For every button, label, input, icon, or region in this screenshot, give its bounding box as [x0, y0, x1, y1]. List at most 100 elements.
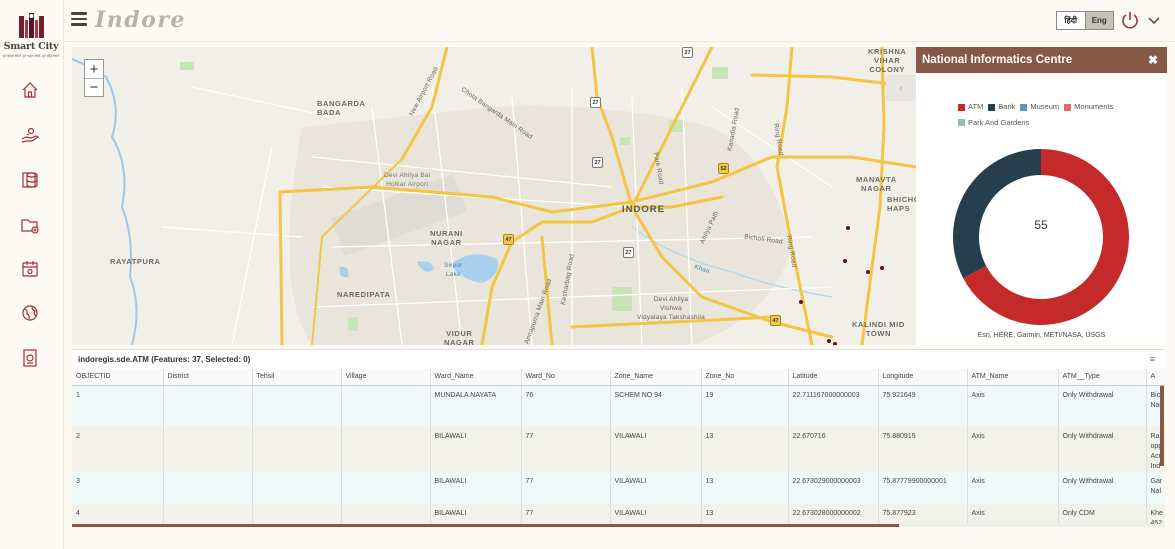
legend-swatch — [988, 103, 996, 111]
map-label-krishna: KRISHNA VIHAR COLONY — [868, 47, 907, 74]
table-row[interactable]: 4 BILAWALI 77 VILAWALI 13 22.673028000000002 7… — [72, 504, 1165, 524]
table-cell: Khe 452 — [1146, 504, 1165, 524]
sidebar-item-folder[interactable] — [18, 213, 42, 237]
map-label-kalindi: KALINDI MID TOWN — [852, 320, 905, 338]
atm-point[interactable] — [880, 266, 884, 270]
column-header[interactable]: Zone_No — [701, 369, 789, 386]
smart-city-logo[interactable]: Smart City हर कदम स्मार्ट, हर पहल स्मार्… — [2, 10, 60, 66]
table-cell: VILAWALI — [610, 427, 702, 472]
table-cell — [341, 385, 431, 427]
map-label-university: Devi Ahilya Vishwa Vidyalaya Takshashila — [637, 296, 705, 321]
column-header[interactable]: District — [163, 369, 253, 386]
atm-point[interactable] — [827, 339, 831, 343]
table-cell: Only Withdrawal — [1058, 427, 1147, 472]
table-cell — [341, 504, 431, 524]
hand-coins-icon — [21, 127, 40, 143]
column-header[interactable]: ATM__Type — [1058, 369, 1147, 386]
table-cell: 4 — [72, 504, 164, 524]
table-cell: BILAWALI — [430, 472, 522, 504]
map-label-rayatpura: RAYATPURA — [110, 257, 161, 266]
table-cell: Gar Nal — [1146, 472, 1165, 504]
route-shield: 27 — [623, 247, 634, 258]
column-header[interactable]: Latitude — [788, 369, 879, 386]
table-row[interactable]: 3 BILAWALI 77 VILAWALI 13 22.673029000000003 7… — [72, 472, 1165, 504]
legend-item[interactable]: ATM — [958, 100, 983, 114]
legend-label: Monuments — [1074, 102, 1114, 111]
donut-chart[interactable]: 55 — [953, 149, 1129, 325]
table-cell — [341, 472, 431, 504]
map-label-sirpur: Sirpur Lake — [444, 262, 463, 278]
table-scroll-area[interactable]: OBJECTID District Tehsil Village Ward_Name Wa… — [72, 369, 1165, 524]
legend-item[interactable]: Monuments — [1064, 100, 1113, 114]
legend-item[interactable]: Park And Gardens — [958, 116, 1029, 130]
lang-hindi-button[interactable]: हिंदी — [1057, 12, 1085, 29]
atm-point[interactable] — [846, 226, 850, 230]
table-cell: 13 — [701, 472, 789, 504]
legend-item[interactable]: Bank — [988, 100, 1015, 114]
atm-point[interactable] — [799, 300, 803, 304]
legend-swatch — [1064, 103, 1072, 111]
table-cell: Only Withdrawal — [1058, 385, 1147, 427]
sidebar-item-report[interactable] — [18, 346, 42, 370]
sidebar-item-home[interactable] — [18, 78, 42, 102]
zoom-in-button[interactable]: + — [85, 60, 103, 78]
column-header[interactable]: Village — [341, 369, 431, 386]
table-cell — [341, 427, 431, 472]
chart-legend: ATM Bank Museum Monuments Park And Gardens — [958, 100, 1158, 131]
column-header[interactable]: A — [1146, 369, 1165, 386]
logo-title: Smart City — [3, 41, 59, 52]
horizontal-scroll-thumb[interactable] — [72, 524, 899, 527]
table-cell: 3 — [72, 472, 164, 504]
map-label-indore: INDORE — [622, 204, 665, 215]
table-title-text: indoregis.sde.ATM (Features: 37, Selecte… — [78, 355, 251, 364]
legend-label: ATM — [968, 102, 984, 111]
hamburger-menu-icon[interactable] — [71, 12, 87, 28]
table-cell — [252, 472, 342, 504]
legend-label: Bank — [998, 102, 1016, 111]
table-row[interactable]: 2 BILAWALI 77 VILAWALI 13 22.670716 75.880915 A… — [72, 427, 1165, 472]
table-cell: Axis — [967, 385, 1059, 427]
column-header[interactable]: Tehsil — [252, 369, 342, 386]
map-label-airport: Devi Ahilya Bai Holkar Airport — [384, 172, 431, 188]
donut-slice-bank[interactable] — [953, 149, 1041, 279]
vertical-scrollbar[interactable] — [1160, 386, 1164, 466]
column-header[interactable]: Ward_Name — [430, 369, 522, 386]
table-menu-icon[interactable]: ≡ — [1150, 354, 1155, 364]
close-icon[interactable]: ✖ — [1148, 53, 1158, 67]
table-cell: 22.670716 — [788, 427, 879, 472]
horizontal-scrollbar[interactable] — [72, 524, 1165, 527]
basemap — [72, 47, 916, 345]
map-label-bhicho: BHICHO HAPS — [887, 195, 916, 213]
atm-point[interactable] — [833, 342, 837, 345]
table-cell: 76 — [521, 385, 611, 427]
atm-point[interactable] — [866, 270, 870, 274]
zoom-out-button[interactable]: − — [85, 78, 103, 96]
sidebar-item-globe[interactable] — [18, 301, 42, 325]
sidebar-item-calendar[interactable] — [18, 257, 42, 281]
table-cell: VILAWALI — [610, 504, 702, 524]
column-header[interactable]: ATM_Name — [967, 369, 1059, 386]
panel-collapse-button[interactable]: ‹ — [886, 75, 916, 101]
report-icon — [23, 349, 37, 367]
power-icon[interactable] — [1120, 10, 1140, 30]
map-view[interactable]: + − BANGARDA BADA KRISHNA VIHAR COLONY I… — [72, 47, 916, 345]
lang-english-button[interactable]: Eng — [1084, 12, 1113, 29]
legend-label: Park And Gardens — [968, 117, 1030, 127]
legend-item[interactable]: Museum — [1020, 100, 1059, 114]
table-cell: 19 — [701, 385, 789, 427]
sidebar-item-data[interactable] — [18, 168, 42, 192]
route-shield: 27 — [682, 47, 693, 58]
column-header[interactable]: Zone_Name — [610, 369, 702, 386]
column-header[interactable]: Ward_No — [521, 369, 611, 386]
sidebar-item-services[interactable] — [18, 123, 42, 147]
table-cell — [163, 427, 253, 472]
language-toggle[interactable]: हिंदी Eng — [1056, 11, 1114, 30]
atm-point[interactable] — [843, 259, 847, 263]
table-cell: 75.880915 — [878, 427, 968, 472]
column-header[interactable]: Longitude — [878, 369, 968, 386]
table-row[interactable]: 1 MUNDALA NAYATA 76 SCHEM NO 94 19 22.7111670… — [72, 385, 1165, 427]
column-header[interactable]: OBJECTID — [72, 369, 164, 386]
chevron-down-icon[interactable] — [1147, 13, 1161, 27]
map-label-naredipata: NAREDIPATA — [337, 290, 391, 299]
table-cell: Axis — [967, 427, 1059, 472]
